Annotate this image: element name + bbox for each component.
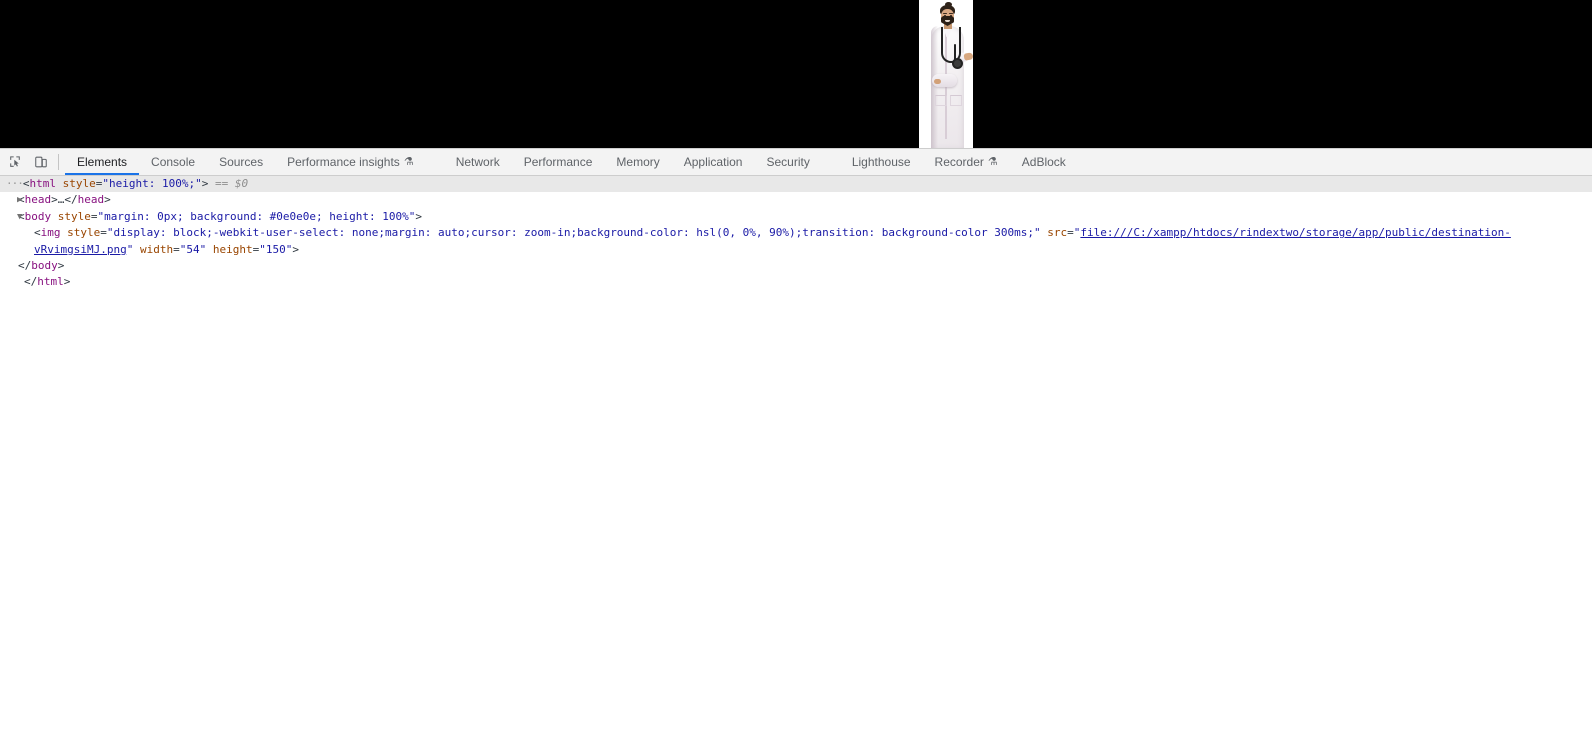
html-open-lt: <: [22, 177, 30, 190]
device-toolbar-icon[interactable]: [28, 150, 54, 174]
html-close-gt: >: [63, 275, 71, 289]
head-close-tag-name: head: [77, 193, 105, 207]
img-height-attr-value[interactable]: "150": [259, 243, 292, 256]
img-space-3: [133, 243, 140, 256]
tab-security-label: Security: [766, 155, 810, 169]
body-close-lt: </: [18, 258, 32, 272]
body-eq: =: [90, 209, 98, 223]
destination-image[interactable]: [919, 0, 973, 148]
html-open-gt: >: [201, 177, 209, 190]
img-space-4: [206, 243, 213, 256]
html-space: [56, 177, 63, 190]
img-tag-name: img: [40, 226, 61, 240]
coat-pocket-left-shape: [935, 95, 947, 106]
toolbar-divider: [58, 154, 59, 170]
head-open-gt: >: [51, 193, 58, 207]
tab-adblock-label: AdBlock: [1021, 155, 1066, 169]
head-close-gt: >: [104, 193, 111, 207]
tab-recorder-label: Recorder: [934, 155, 984, 169]
body-space: [51, 210, 58, 223]
html-close-lt: </: [24, 275, 38, 289]
html-collapse-dots: ···: [6, 177, 24, 190]
head-tag-name: head: [24, 193, 52, 207]
tab-performance[interactable]: Performance: [512, 149, 605, 175]
tab-lighthouse[interactable]: Lighthouse: [840, 149, 923, 175]
head-expand-triangle-icon[interactable]: ▶: [17, 192, 22, 208]
body-close-gt: >: [57, 258, 65, 272]
tab-adblock[interactable]: AdBlock: [1010, 149, 1078, 175]
devtools-toolbar: Elements Console Sources Performance ins…: [0, 149, 1592, 176]
img-height-attr-name[interactable]: height: [213, 243, 253, 256]
img-width-attr-value[interactable]: "54": [180, 243, 207, 256]
tab-console[interactable]: Console: [139, 149, 207, 175]
html-tag-name: html: [29, 177, 57, 190]
tab-memory[interactable]: Memory: [604, 149, 671, 175]
img-src-eq: =: [1067, 226, 1074, 240]
page-viewport: [0, 0, 1592, 148]
inspect-element-icon[interactable]: [2, 150, 28, 174]
body-style-attr-value[interactable]: "margin: 0px; background: #0e0e0e; heigh…: [98, 210, 416, 223]
experiment-flask-icon-2: ⚗: [987, 155, 998, 168]
body-tag-name: body: [24, 209, 52, 223]
tab-performance-insights-label: Performance insights: [287, 155, 400, 169]
dom-node-html-close[interactable]: </html>: [0, 274, 1592, 290]
html-style-attr-value[interactable]: "height: 100%;": [102, 177, 201, 190]
stethoscope-chestpiece-shape: [951, 58, 963, 69]
tab-security[interactable]: Security: [754, 149, 821, 175]
img-style-attr-value[interactable]: "display: block;-webkit-user-select: non…: [107, 226, 1041, 239]
body-collapse-triangle-icon[interactable]: ▼: [17, 209, 22, 225]
right-hand-shape: [963, 52, 973, 61]
html-style-attr-name[interactable]: style: [63, 177, 96, 190]
tab-sources-label: Sources: [219, 155, 264, 169]
tab-recorder[interactable]: Recorder ⚗: [923, 149, 1010, 175]
hair-bun-shape: [945, 2, 952, 7]
head-close-lt: </: [64, 193, 78, 207]
doctor-photo: [919, 0, 973, 148]
devtools-panel: Elements Console Sources Performance ins…: [0, 148, 1592, 741]
tab-performance-insights[interactable]: Performance insights ⚗: [275, 149, 426, 175]
dom-node-body-close[interactable]: </body>: [0, 258, 1592, 274]
coat-pocket-right-shape: [950, 95, 962, 106]
img-src-attr-name[interactable]: src: [1047, 226, 1067, 239]
tab-strip-gap: [426, 149, 444, 175]
tab-sources[interactable]: Sources: [207, 149, 275, 175]
dom-node-body-open[interactable]: ▼ <body style="margin: 0px; background: #…: [0, 209, 1592, 225]
tab-console-label: Console: [151, 155, 196, 169]
body-style-attr-name[interactable]: style: [58, 210, 91, 223]
img-style-attr-name[interactable]: style: [67, 226, 100, 239]
img-src-link-wrap[interactable]: ng: [113, 243, 126, 256]
img-width-attr-name[interactable]: width: [140, 243, 173, 256]
tab-memory-label: Memory: [616, 155, 660, 169]
img-style-eq: =: [100, 226, 107, 240]
body-open-gt: >: [415, 209, 423, 223]
img-open-gt: >: [292, 242, 299, 256]
selected-node-marker: == $0: [214, 177, 249, 190]
tab-application-label: Application: [683, 155, 743, 169]
left-hand-shape: [934, 79, 941, 84]
html-close-tag-name: html: [37, 275, 64, 289]
img-width-eq: =: [173, 242, 180, 256]
tab-strip-gap-2: [822, 149, 840, 175]
tab-network[interactable]: Network: [444, 149, 512, 175]
body-close-tag-name: body: [31, 258, 58, 272]
tab-application[interactable]: Application: [672, 149, 755, 175]
tab-lighthouse-label: Lighthouse: [851, 155, 911, 169]
experiment-flask-icon: ⚗: [403, 155, 414, 168]
dom-node-head[interactable]: ▶ <head>…</head>: [0, 192, 1592, 208]
tab-elements[interactable]: Elements: [65, 149, 140, 175]
coat-shadow-shape: [931, 26, 938, 148]
tab-network-label: Network: [455, 155, 500, 169]
dom-tree[interactable]: ···<html style="height: 100%;"> == $0 ▶ <…: [0, 176, 1592, 291]
tab-performance-label: Performance: [523, 155, 593, 169]
img-open-lt: <: [34, 226, 41, 240]
devtools-tab-strip: Elements Console Sources Performance ins…: [65, 149, 1078, 175]
tab-elements-label: Elements: [77, 155, 128, 169]
dom-node-html-open[interactable]: ···<html style="height: 100%;"> == $0: [0, 176, 1592, 193]
dom-node-img[interactable]: <img style="display: block;-webkit-user-…: [0, 225, 1592, 258]
